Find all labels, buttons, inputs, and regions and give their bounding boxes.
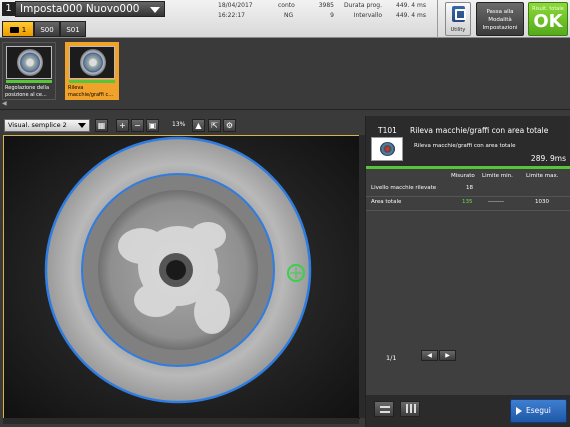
list-view-button[interactable] bbox=[374, 401, 394, 417]
list-icon bbox=[380, 406, 390, 413]
date: 18/04/2017 bbox=[218, 2, 253, 9]
ok-indicator bbox=[6, 80, 52, 83]
flow-item-label: Rileva macchie/graffi c... bbox=[68, 85, 113, 98]
total-result-badge: Risult. totale OK bbox=[528, 2, 568, 36]
next-page-button[interactable]: ▶ bbox=[439, 350, 456, 361]
panel-footer: Esegui bbox=[366, 395, 570, 427]
thumbnail-image bbox=[6, 46, 52, 79]
prev-page-button[interactable]: ◀ bbox=[421, 350, 438, 361]
unit-header: T101 Rileva macchie/graffi con area tota… bbox=[366, 116, 570, 166]
ng-value: 9 bbox=[330, 12, 334, 19]
chevron-down-icon bbox=[78, 123, 86, 128]
counter-values: 3985 9 bbox=[316, 1, 334, 21]
scroll-left-icon[interactable]: ◀ bbox=[2, 100, 7, 107]
table-row[interactable]: Livello macchie rilevate 18 bbox=[366, 183, 570, 197]
counter-labels: conto NG bbox=[278, 2, 295, 19]
unit-time: 289. 9ms bbox=[530, 154, 566, 163]
layout-icon[interactable]: ▦ bbox=[95, 119, 108, 132]
tab-camera-1[interactable]: 1 bbox=[2, 21, 34, 37]
tab-s01[interactable]: S01 bbox=[60, 21, 86, 37]
scene-select[interactable]: Imposta000 Nuovo000 bbox=[15, 1, 165, 17]
result-value: OK bbox=[533, 11, 563, 32]
chevron-down-icon bbox=[150, 7, 160, 13]
app-window: 1 Imposta000 Nuovo000 1 S00 S01 18/04/20… bbox=[0, 0, 570, 427]
table-row[interactable]: Area totale 135 -------- 1030 bbox=[366, 197, 570, 211]
result-table: Misurato Limite min. Limite max. Livello… bbox=[366, 171, 570, 211]
utility-button[interactable]: Utility bbox=[445, 2, 471, 36]
bar-chart-icon bbox=[406, 404, 416, 413]
run-button[interactable]: Esegui bbox=[510, 399, 567, 423]
page-indicator: 1/1 bbox=[386, 354, 397, 362]
zoom-in-icon[interactable]: + bbox=[116, 119, 129, 132]
unit-id: T101 bbox=[378, 126, 397, 135]
counter-value: 3985 bbox=[318, 2, 334, 9]
ok-indicator bbox=[366, 166, 570, 169]
result-panel: T101 Rileva macchie/graffi con area tota… bbox=[365, 116, 570, 427]
timing-values: 449. 4 ms 449. 4 ms bbox=[396, 1, 426, 21]
unit-icon bbox=[371, 137, 403, 161]
view-mode-select[interactable]: Visual. semplice 2 bbox=[4, 119, 90, 132]
unit-title: Rileva macchie/graffi con area totale bbox=[410, 126, 549, 135]
ok-indicator bbox=[69, 80, 115, 83]
flow-item-spots[interactable]: Rileva macchie/graffi c... bbox=[65, 42, 119, 100]
flow-item-label: Regolazione della posizione al ce... bbox=[5, 85, 50, 98]
flow-item-position[interactable]: Regolazione della posizione al ce... bbox=[2, 42, 56, 100]
time: 16:22:17 bbox=[218, 12, 245, 19]
date-time: 18/04/2017 16:22:17 bbox=[218, 1, 253, 21]
flow-strip: Regolazione della posizione al ce... Ril… bbox=[0, 38, 570, 110]
settings-mode-button[interactable]: Passa alla Modalità Impostazioni bbox=[476, 2, 524, 36]
table-header: Misurato Limite min. Limite max. bbox=[451, 173, 559, 179]
inspection-image bbox=[4, 136, 360, 419]
zoom-out-icon[interactable]: − bbox=[131, 119, 144, 132]
thumbnail-image bbox=[69, 46, 115, 79]
top-bar: 1 Imposta000 Nuovo000 1 S00 S01 18/04/20… bbox=[0, 0, 570, 38]
horizontal-scrollbar[interactable] bbox=[3, 418, 359, 424]
image-fullscreen-icon[interactable]: ⇱ bbox=[208, 119, 221, 132]
duration-value: 449. 4 ms bbox=[396, 2, 426, 9]
scene-name: Imposta000 Nuovo000 bbox=[20, 3, 140, 15]
scene-number: 1 bbox=[2, 2, 15, 16]
divider bbox=[437, 0, 438, 38]
interval-value: 449. 4 ms bbox=[396, 12, 426, 19]
camera-image[interactable] bbox=[3, 135, 360, 419]
image-toolbar: Visual. semplice 2 ▦ + − ▣ 13% ▲ ⇱ ⚙ bbox=[0, 116, 362, 134]
utility-icon bbox=[452, 6, 466, 22]
zoom-level: 13% bbox=[172, 121, 186, 128]
fit-icon[interactable]: ▣ bbox=[146, 119, 159, 132]
image-settings-icon[interactable]: ⚙ bbox=[223, 119, 236, 132]
chart-view-button[interactable] bbox=[400, 401, 420, 417]
image-history-icon[interactable]: ▲ bbox=[192, 119, 205, 132]
timing-labels: Durata prog. Intervallo bbox=[343, 2, 382, 19]
camera-icon bbox=[9, 27, 19, 33]
unit-subtitle: Rileva macchie/graffi con area totale bbox=[414, 143, 516, 149]
tab-s00[interactable]: S00 bbox=[34, 21, 60, 37]
